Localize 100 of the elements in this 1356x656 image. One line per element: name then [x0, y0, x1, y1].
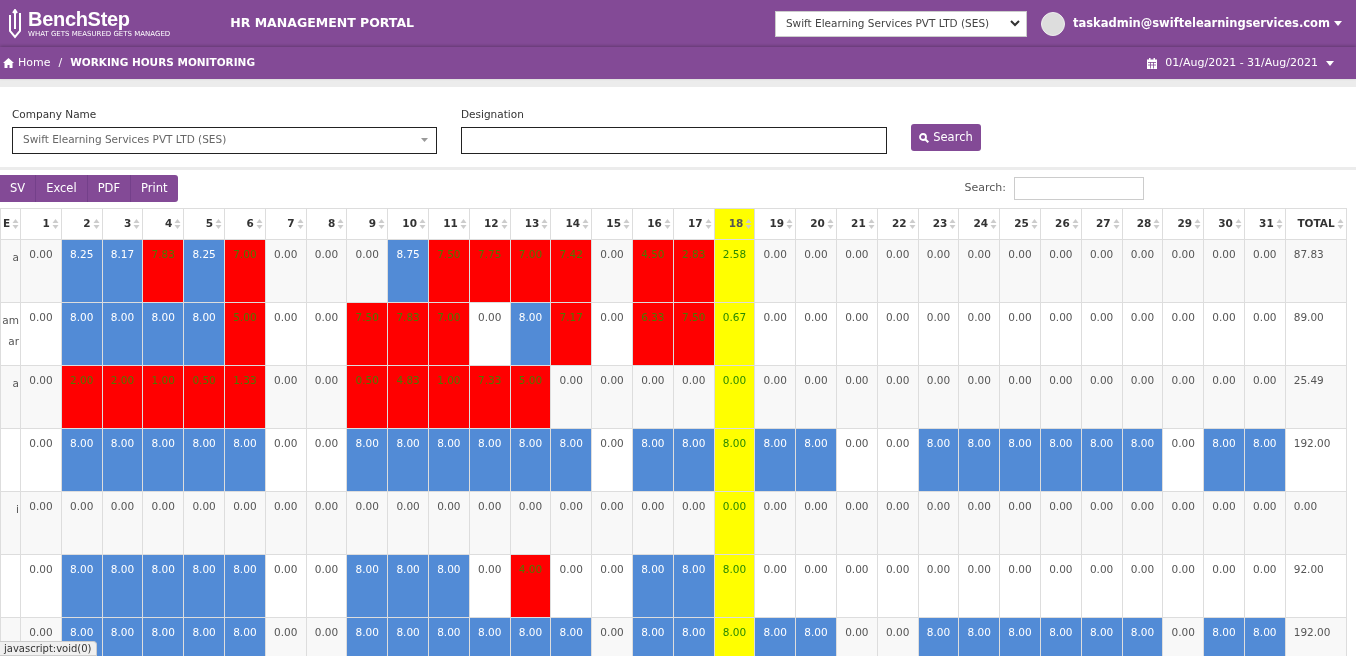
column-header[interactable]: 19	[754, 208, 796, 240]
table-cell: 8.00	[550, 428, 592, 492]
table-cell: 4.50	[632, 239, 674, 303]
breadcrumb-link[interactable]: Home	[3, 54, 51, 72]
table-cell: 0.00	[1081, 491, 1122, 555]
column-header[interactable]: 6	[224, 208, 266, 240]
column-header[interactable]: 16	[632, 208, 674, 240]
export-button[interactable]: SV	[0, 175, 37, 202]
table-cell: 0.00	[877, 365, 919, 429]
sort-icon	[1153, 218, 1161, 231]
table-cell: 8.00	[183, 617, 225, 656]
table-cell: 0.00	[306, 302, 347, 366]
column-header[interactable]: 9	[346, 208, 388, 240]
designation-field[interactable]	[461, 126, 887, 154]
export-button[interactable]: Excel	[36, 175, 88, 202]
company-select[interactable]: Swift Elearning Services PVT LTD (SES)	[774, 10, 1027, 37]
table-cell: 8.00	[1244, 428, 1286, 492]
table-cell: 0.50	[346, 365, 388, 429]
column-header[interactable]: 11	[428, 208, 470, 240]
company-dropdown[interactable]: Swift Elearning Services PVT LTD (SES)	[12, 126, 437, 154]
column-header[interactable]: 12	[469, 208, 511, 240]
column-header[interactable]: 1	[20, 208, 62, 240]
column-header[interactable]: 2	[61, 208, 103, 240]
table-cell: 8.17	[102, 239, 143, 303]
search-button[interactable]: Search	[911, 124, 981, 151]
table-cell: 0.00	[1162, 617, 1204, 656]
table-cell: 8.00	[632, 428, 674, 492]
sort-icon	[174, 218, 182, 231]
table-cell: 0.00	[102, 491, 143, 555]
export-button[interactable]: Print	[131, 175, 178, 202]
column-header[interactable]: 28	[1122, 208, 1163, 240]
column-header[interactable]: 24	[958, 208, 1000, 240]
table-cell: 0.00	[469, 554, 511, 618]
table-cell: 4.83	[387, 365, 429, 429]
column-header[interactable]: 25	[999, 208, 1041, 240]
table-cell: 8.00	[754, 428, 796, 492]
table-cell: 0.00	[1122, 491, 1163, 555]
table-cell: 0.00	[1162, 428, 1204, 492]
column-header[interactable]: 22	[877, 208, 919, 240]
table-cell: 8.00	[673, 554, 715, 618]
table-cell: 0.00	[1162, 302, 1204, 366]
export-button[interactable]: PDF	[87, 175, 132, 202]
column-header[interactable]: TOTAL	[1285, 208, 1347, 240]
table-search-field[interactable]	[1014, 177, 1144, 200]
column-header[interactable]: 21	[836, 208, 878, 240]
column-header[interactable]: 17	[673, 208, 715, 240]
table-cell: 0.00	[632, 365, 674, 429]
table-cell: 0.00	[877, 491, 919, 555]
column-header[interactable]: 14	[550, 208, 592, 240]
column-header[interactable]: 7	[265, 208, 307, 240]
table-cell: 8.00	[61, 302, 103, 366]
table-cell: 8.00	[224, 428, 266, 492]
calendar-icon	[1147, 57, 1158, 69]
column-header[interactable]: 5	[183, 208, 225, 240]
table-cell: 0.00	[1040, 491, 1082, 555]
sort-icon	[92, 218, 100, 231]
table-cell: 0.00	[306, 491, 347, 555]
column-header[interactable]: E	[0, 208, 21, 240]
column-header[interactable]: 29	[1162, 208, 1204, 240]
column-header[interactable]: 3	[102, 208, 143, 240]
table-cell: 8.00	[714, 617, 755, 656]
user-menu[interactable]: taskadmin@swiftelearningservices.com	[1072, 14, 1342, 33]
date-range-picker[interactable]: 01/Aug/2021 - 31/Aug/2021	[1147, 54, 1334, 72]
sort-icon	[1194, 218, 1202, 231]
table-cell: 8.00	[1040, 617, 1082, 656]
column-header[interactable]: 20	[795, 208, 837, 240]
table-cell: 8.00	[714, 554, 755, 618]
column-header[interactable]: 13	[510, 208, 551, 240]
table-cell: 8.00	[183, 302, 225, 366]
table-cell: 0.00	[754, 239, 796, 303]
table-cell: 8.00	[102, 554, 143, 618]
table-cell: 8.00	[1081, 617, 1122, 656]
table-cell: 0.00	[795, 554, 837, 618]
column-header[interactable]: 10	[387, 208, 429, 240]
table-cell: 0.00	[469, 302, 511, 366]
sort-icon	[908, 218, 916, 231]
column-header[interactable]: 23	[918, 208, 959, 240]
table-cell: 0.00	[265, 428, 307, 492]
total-cell: 0.00	[1285, 491, 1347, 555]
column-header[interactable]: 15	[591, 208, 633, 240]
table-cell: 0.00	[1081, 365, 1122, 429]
table-cell: 8.00	[918, 428, 959, 492]
table-cell: 0.00	[999, 365, 1041, 429]
table-cell: 8.75	[387, 239, 429, 303]
table-cell: 0.00	[265, 617, 307, 656]
column-header[interactable]: 26	[1040, 208, 1082, 240]
sort-icon	[1112, 218, 1120, 231]
table-cell: 8.00	[142, 617, 184, 656]
column-header[interactable]: 31	[1244, 208, 1286, 240]
caret-icon	[1334, 21, 1342, 26]
column-header[interactable]: 4	[142, 208, 184, 240]
table-cell: 0.00	[550, 554, 592, 618]
column-header[interactable]: 27	[1081, 208, 1122, 240]
column-header[interactable]: 18	[714, 208, 755, 240]
employee-name: a	[0, 365, 21, 429]
column-header[interactable]: 8	[306, 208, 347, 240]
column-header[interactable]: 30	[1203, 208, 1245, 240]
table-cell: 8.00	[102, 302, 143, 366]
table-cell: 0.00	[591, 491, 633, 555]
table-cell: 0.00	[387, 491, 429, 555]
